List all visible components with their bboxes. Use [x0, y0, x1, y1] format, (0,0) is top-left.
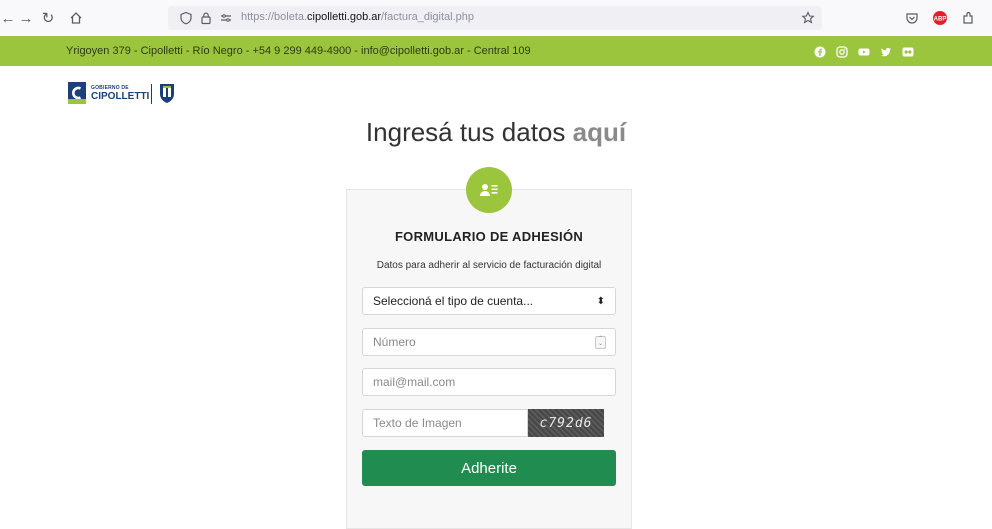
bookmark-star-icon[interactable] [798, 8, 818, 28]
facebook-icon[interactable] [814, 45, 826, 58]
municipality-logo-badge[interactable] [68, 82, 86, 104]
form-subtitle: Datos para adherir al servicio de factur… [376, 260, 602, 271]
number-stepper-icon[interactable]: ⌃ ⌄ [595, 336, 606, 349]
url-scheme: https://boleta. [241, 11, 308, 23]
instagram-icon[interactable] [836, 45, 848, 58]
browser-toolbar: ← → ↻ https://boleta.cipolletti.gob.ar/f… [0, 0, 992, 37]
city-crest-icon [158, 82, 176, 104]
number-input[interactable] [362, 328, 616, 356]
reload-icon[interactable]: ↻ [38, 8, 58, 28]
contact-bar: Yrigoyen 379 - Cipolletti - Río Negro - … [0, 36, 992, 66]
captcha-input[interactable] [362, 409, 528, 437]
heading-text: Ingresá tus datos [365, 117, 566, 147]
pocket-icon[interactable] [902, 8, 922, 28]
adherite-button[interactable]: Adherite [362, 450, 616, 486]
account-type-select-value: Seleccioná el tipo de cuenta... [373, 294, 534, 308]
extensions-icon[interactable] [958, 8, 978, 28]
youtube-icon[interactable] [858, 45, 870, 57]
permissions-icon[interactable] [216, 8, 236, 28]
address-bar[interactable]: https://boleta.cipolletti.gob.ar/factura… [168, 6, 822, 30]
url-path: /factura_digital.php [381, 11, 474, 23]
heading-accent: aquí [572, 117, 627, 147]
flickr-icon[interactable] [902, 45, 914, 57]
url-host: cipolletti.gob.ar [307, 11, 382, 23]
forward-icon[interactable]: → [16, 8, 36, 28]
account-type-select[interactable]: Seleccioná el tipo de cuenta... ⬍ [362, 287, 616, 315]
contact-info: Yrigoyen 379 - Cipolletti - Río Negro - … [66, 45, 531, 57]
shield-icon[interactable] [176, 8, 196, 28]
email-input[interactable] [362, 368, 616, 396]
user-card-icon [466, 167, 512, 213]
logo-line2: CIPOLLETTI [91, 91, 150, 102]
captcha-image: c792d6 [528, 409, 604, 437]
number-field-wrapper: ⌃⌄ [362, 328, 616, 356]
page-heading: Ingresá tus datos aquí [0, 117, 992, 148]
logo-divider [151, 84, 152, 104]
lock-icon[interactable] [196, 8, 216, 28]
adblock-icon[interactable]: ABP [930, 8, 950, 28]
url-text: https://boleta.cipolletti.gob.ar/factura… [241, 11, 474, 23]
svg-text:ABP: ABP [934, 17, 947, 23]
twitter-icon[interactable] [880, 45, 892, 57]
select-arrows-icon: ⬍ [596, 295, 605, 307]
home-icon[interactable] [66, 8, 86, 28]
form-title: FORMULARIO DE ADHESIÓN [394, 229, 584, 244]
